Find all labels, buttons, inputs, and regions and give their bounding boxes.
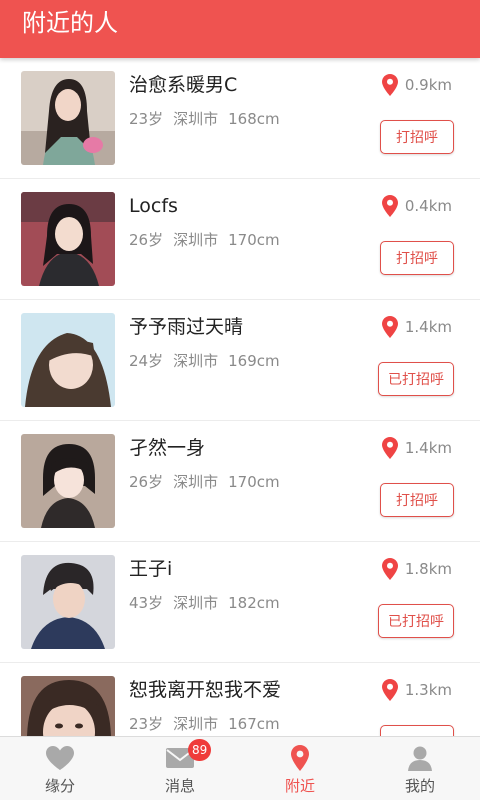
location-pin-icon bbox=[381, 195, 398, 217]
person-details: 24岁 深圳市 169cm bbox=[129, 350, 290, 372]
person-name: 治愈系暖男C bbox=[129, 74, 238, 96]
person-height: 169cm bbox=[228, 352, 280, 370]
list-item[interactable]: 予予雨过天晴 24岁 深圳市 169cm 1.4km 已打招呼 bbox=[0, 300, 480, 421]
person-height: 167cm bbox=[228, 715, 280, 733]
distance-text: 0.9km bbox=[404, 76, 452, 94]
person-age: 26岁 bbox=[129, 473, 164, 491]
list-item[interactable]: Locfs 26岁 深圳市 170cm 0.4km 打招呼 bbox=[0, 179, 480, 300]
person-city: 深圳市 bbox=[173, 352, 219, 370]
greet-button[interactable]: 打招呼 bbox=[380, 241, 454, 275]
person-icon bbox=[408, 746, 432, 771]
person-details: 26岁 深圳市 170cm bbox=[129, 229, 290, 251]
distance-indicator: 1.8km bbox=[381, 556, 452, 582]
person-details: 23岁 深圳市 168cm bbox=[129, 108, 290, 130]
avatar[interactable] bbox=[21, 192, 115, 286]
greet-button[interactable]: 打招呼 bbox=[380, 120, 454, 154]
location-pin-icon bbox=[381, 437, 398, 459]
person-height: 170cm bbox=[228, 473, 280, 491]
person-age: 23岁 bbox=[129, 715, 164, 733]
person-height: 170cm bbox=[228, 231, 280, 249]
distance-indicator: 1.3km bbox=[381, 677, 452, 703]
greet-button[interactable]: 已打招呼 bbox=[378, 604, 454, 638]
person-age: 24岁 bbox=[129, 352, 164, 370]
person-city: 深圳市 bbox=[173, 715, 219, 733]
person-age: 43岁 bbox=[129, 594, 164, 612]
list-item[interactable]: 王子i 43岁 深圳市 182cm 1.8km 已打招呼 bbox=[0, 542, 480, 663]
person-city: 深圳市 bbox=[173, 473, 219, 491]
person-height: 182cm bbox=[228, 594, 280, 612]
tab-nearby[interactable]: 附近 bbox=[240, 737, 360, 800]
tab-label: 附近 bbox=[284, 777, 315, 795]
greet-button[interactable]: 打招呼 bbox=[380, 483, 454, 517]
distance-indicator: 0.9km bbox=[381, 72, 452, 98]
location-pin-icon bbox=[381, 558, 398, 580]
distance-indicator: 1.4km bbox=[381, 314, 452, 340]
people-list[interactable]: 治愈系暖男C 23岁 深圳市 168cm 0.9km 打招呼 Locfs 26岁 深圳… bbox=[0, 58, 480, 736]
tab-label: 我的 bbox=[404, 777, 435, 795]
location-pin-icon bbox=[381, 679, 398, 701]
person-city: 深圳市 bbox=[173, 594, 219, 612]
avatar[interactable] bbox=[21, 555, 115, 649]
location-pin-icon bbox=[381, 316, 398, 338]
greet-button[interactable]: 已打招呼 bbox=[378, 362, 454, 396]
tab-label: 缘分 bbox=[44, 777, 75, 795]
tab-me[interactable]: 我的 bbox=[360, 737, 480, 800]
person-name: 予予雨过天晴 bbox=[129, 316, 244, 338]
app-header: 附近的人 bbox=[0, 0, 480, 58]
person-age: 23岁 bbox=[129, 110, 164, 128]
list-item[interactable]: 恕我离开恕我不爱 23岁 深圳市 167cm 1.3km bbox=[0, 663, 480, 736]
heart-icon bbox=[46, 746, 74, 770]
distance-text: 1.4km bbox=[404, 318, 452, 336]
person-name: 恕我离开恕我不爱 bbox=[129, 679, 282, 701]
person-name: 孑然一身 bbox=[129, 437, 206, 459]
avatar[interactable] bbox=[21, 676, 115, 736]
tab-label: 消息 bbox=[164, 777, 195, 795]
avatar[interactable] bbox=[21, 71, 115, 165]
person-age: 26岁 bbox=[129, 231, 164, 249]
distance-text: 1.4km bbox=[404, 439, 452, 457]
distance-indicator: 0.4km bbox=[381, 193, 452, 219]
person-details: 23岁 深圳市 167cm bbox=[129, 713, 290, 735]
avatar[interactable] bbox=[21, 434, 115, 528]
page-title: 附近的人 bbox=[22, 9, 118, 37]
person-details: 26岁 深圳市 170cm bbox=[129, 471, 290, 493]
person-city: 深圳市 bbox=[173, 231, 219, 249]
list-item[interactable]: 孑然一身 26岁 深圳市 170cm 1.4km 打招呼 bbox=[0, 421, 480, 542]
tab-messages[interactable]: 89 消息 bbox=[120, 737, 240, 800]
person-city: 深圳市 bbox=[173, 110, 219, 128]
distance-text: 1.3km bbox=[404, 681, 452, 699]
greet-button[interactable] bbox=[380, 725, 454, 736]
person-name: Locfs bbox=[129, 195, 178, 217]
distance-text: 1.8km bbox=[404, 560, 452, 578]
distance-text: 0.4km bbox=[404, 197, 452, 215]
tab-fate[interactable]: 缘分 bbox=[0, 737, 120, 800]
person-name: 王子i bbox=[129, 558, 173, 580]
location-pin-icon bbox=[291, 745, 309, 771]
unread-badge: 89 bbox=[188, 739, 212, 761]
avatar[interactable] bbox=[21, 313, 115, 407]
person-details: 43岁 深圳市 182cm bbox=[129, 592, 290, 614]
distance-indicator: 1.4km bbox=[381, 435, 452, 461]
list-item[interactable]: 治愈系暖男C 23岁 深圳市 168cm 0.9km 打招呼 bbox=[0, 58, 480, 179]
person-height: 168cm bbox=[228, 110, 280, 128]
bottom-tab-bar: 缘分 89 消息 附近 我的 bbox=[0, 736, 480, 800]
location-pin-icon bbox=[381, 74, 398, 96]
